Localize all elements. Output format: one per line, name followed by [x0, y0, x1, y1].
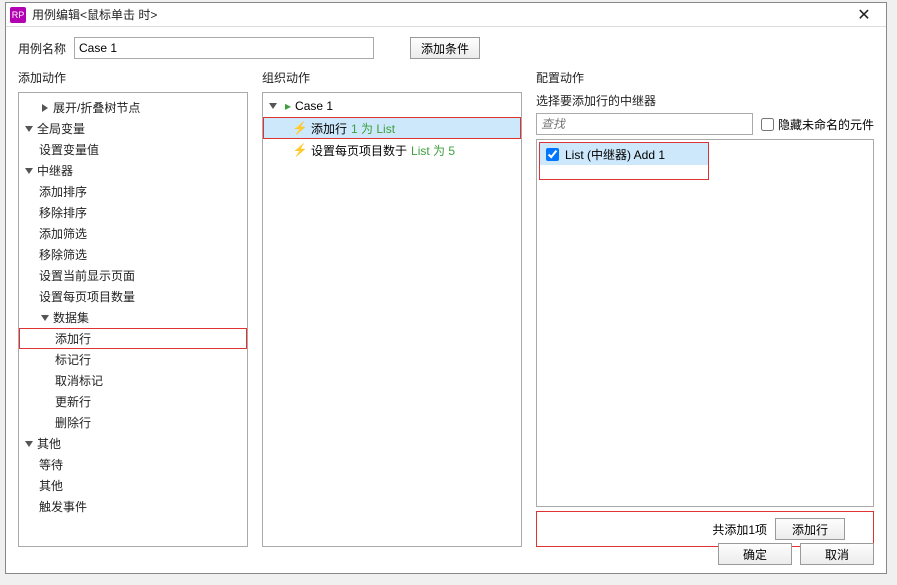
- add-condition-button[interactable]: 添加条件: [410, 37, 480, 59]
- tree-dataset[interactable]: 数据集: [19, 307, 247, 328]
- tree-delete-row[interactable]: 删除行: [19, 412, 247, 433]
- tree-trigger-event[interactable]: 触发事件: [19, 496, 247, 517]
- right-col-header: 配置动作: [536, 65, 874, 92]
- tree-set-items-per-page[interactable]: 设置每页项目数量: [19, 286, 247, 307]
- org-action-add-row[interactable]: ⚡ 添加行 1 为 List: [263, 117, 521, 139]
- tree-item-label: 全局变量: [37, 120, 85, 137]
- add-row-button[interactable]: 添加行: [775, 518, 845, 540]
- tree-add-sort[interactable]: 添加排序: [19, 181, 247, 202]
- tree-add-row[interactable]: 添加行: [19, 328, 247, 349]
- tree-update-row[interactable]: 更新行: [19, 391, 247, 412]
- tree-item-label: 数据集: [53, 309, 89, 326]
- mid-col-header: 组织动作: [262, 65, 522, 92]
- close-button[interactable]: ✕: [846, 4, 882, 26]
- tree-mark-row[interactable]: 标记行: [19, 349, 247, 370]
- app-icon: RP: [10, 7, 26, 23]
- org-action-target: 1 为 List: [351, 120, 395, 137]
- tree-item-label: 添加行: [55, 330, 91, 347]
- tree-other[interactable]: 其他: [19, 433, 247, 454]
- triangle-down-icon: [23, 165, 35, 177]
- tree-remove-filter[interactable]: 移除筛选: [19, 244, 247, 265]
- triangle-down-icon: [23, 123, 35, 135]
- config-sub-label: 选择要添加行的中继器: [536, 92, 874, 109]
- case-name-row: 用例名称 添加条件: [6, 27, 886, 65]
- tree-item-label: 取消标记: [55, 372, 103, 389]
- tree-add-filter[interactable]: 添加筛选: [19, 223, 247, 244]
- organize-actions-panel[interactable]: ▸ Case 1 ⚡ 添加行 1 为 List ⚡ 设置每页项目数于 List …: [262, 92, 522, 547]
- tree-item-label: 展开/折叠树节点: [53, 99, 140, 116]
- hide-unnamed-input[interactable]: [761, 118, 774, 131]
- tree-wait[interactable]: 等待: [19, 454, 247, 475]
- tree-item-label: 设置每页项目数量: [39, 288, 135, 305]
- add-summary: 共添加1项: [712, 521, 767, 538]
- repeater-item-checkbox[interactable]: [546, 148, 559, 161]
- repeater-item-label: List (中继器) Add 1: [565, 146, 665, 163]
- case-editor-dialog: RP 用例编辑<鼠标单击 时> ✕ 用例名称 添加条件 添加动作 展开/折叠树节…: [5, 2, 887, 574]
- triangle-right-icon: [39, 102, 51, 114]
- repeater-item[interactable]: List (中继器) Add 1: [540, 143, 708, 165]
- tree-item-label: 等待: [39, 456, 63, 473]
- repeater-list[interactable]: List (中继器) Add 1: [537, 140, 873, 506]
- config-footer: 共添加1项 添加行: [536, 511, 874, 547]
- tree-set-current-page[interactable]: 设置当前显示页面: [19, 265, 247, 286]
- ok-button[interactable]: 确定: [718, 543, 792, 565]
- tree-item-label: 添加筛选: [39, 225, 87, 242]
- actions-tree[interactable]: 展开/折叠树节点 全局变量 设置变量值 中继器 添加排序 移除排序 添加筛选 移…: [18, 92, 248, 547]
- org-case-row[interactable]: ▸ Case 1: [263, 95, 521, 117]
- bolt-icon: ⚡: [293, 143, 307, 157]
- org-action-set-items[interactable]: ⚡ 设置每页项目数于 List 为 5: [263, 139, 521, 161]
- org-action-target: List 为 5: [411, 142, 455, 159]
- tree-set-var[interactable]: 设置变量值: [19, 139, 247, 160]
- case-name-label: 用例名称: [18, 40, 66, 57]
- hide-unnamed-checkbox[interactable]: 隐藏未命名的元件: [761, 116, 874, 133]
- triangle-down-icon: [267, 100, 279, 112]
- tree-expand-collapse[interactable]: 展开/折叠树节点: [19, 97, 247, 118]
- cancel-button[interactable]: 取消: [800, 543, 874, 565]
- triangle-down-icon: [39, 312, 51, 324]
- tree-item-label: 移除筛选: [39, 246, 87, 263]
- window-title: 用例编辑<鼠标单击 时>: [32, 6, 846, 23]
- tree-item-label: 设置变量值: [39, 141, 99, 158]
- org-action-label: 添加行: [311, 120, 347, 137]
- left-col-header: 添加动作: [18, 65, 248, 92]
- flag-icon: ▸: [285, 99, 291, 113]
- hide-unnamed-label: 隐藏未命名的元件: [778, 116, 874, 133]
- search-input[interactable]: [536, 113, 753, 135]
- bolt-icon: ⚡: [293, 121, 307, 135]
- tree-item-label: 其他: [39, 477, 63, 494]
- triangle-down-icon: [23, 438, 35, 450]
- tree-item-label: 更新行: [55, 393, 91, 410]
- titlebar: RP 用例编辑<鼠标单击 时> ✕: [6, 3, 886, 27]
- tree-item-label: 设置当前显示页面: [39, 267, 135, 284]
- tree-item-label: 移除排序: [39, 204, 87, 221]
- tree-item-label: 触发事件: [39, 498, 87, 515]
- case-name-input[interactable]: [74, 37, 374, 59]
- org-case-label: Case 1: [295, 99, 333, 113]
- tree-item-label: 添加排序: [39, 183, 87, 200]
- tree-item-label: 中继器: [37, 162, 73, 179]
- tree-item-label: 标记行: [55, 351, 91, 368]
- tree-repeater[interactable]: 中继器: [19, 160, 247, 181]
- tree-unmark[interactable]: 取消标记: [19, 370, 247, 391]
- tree-other2[interactable]: 其他: [19, 475, 247, 496]
- tree-remove-sort[interactable]: 移除排序: [19, 202, 247, 223]
- org-action-label: 设置每页项目数于: [311, 142, 407, 159]
- dialog-footer: 确定 取消: [718, 543, 874, 565]
- tree-global-var[interactable]: 全局变量: [19, 118, 247, 139]
- tree-item-label: 其他: [37, 435, 61, 452]
- tree-item-label: 删除行: [55, 414, 91, 431]
